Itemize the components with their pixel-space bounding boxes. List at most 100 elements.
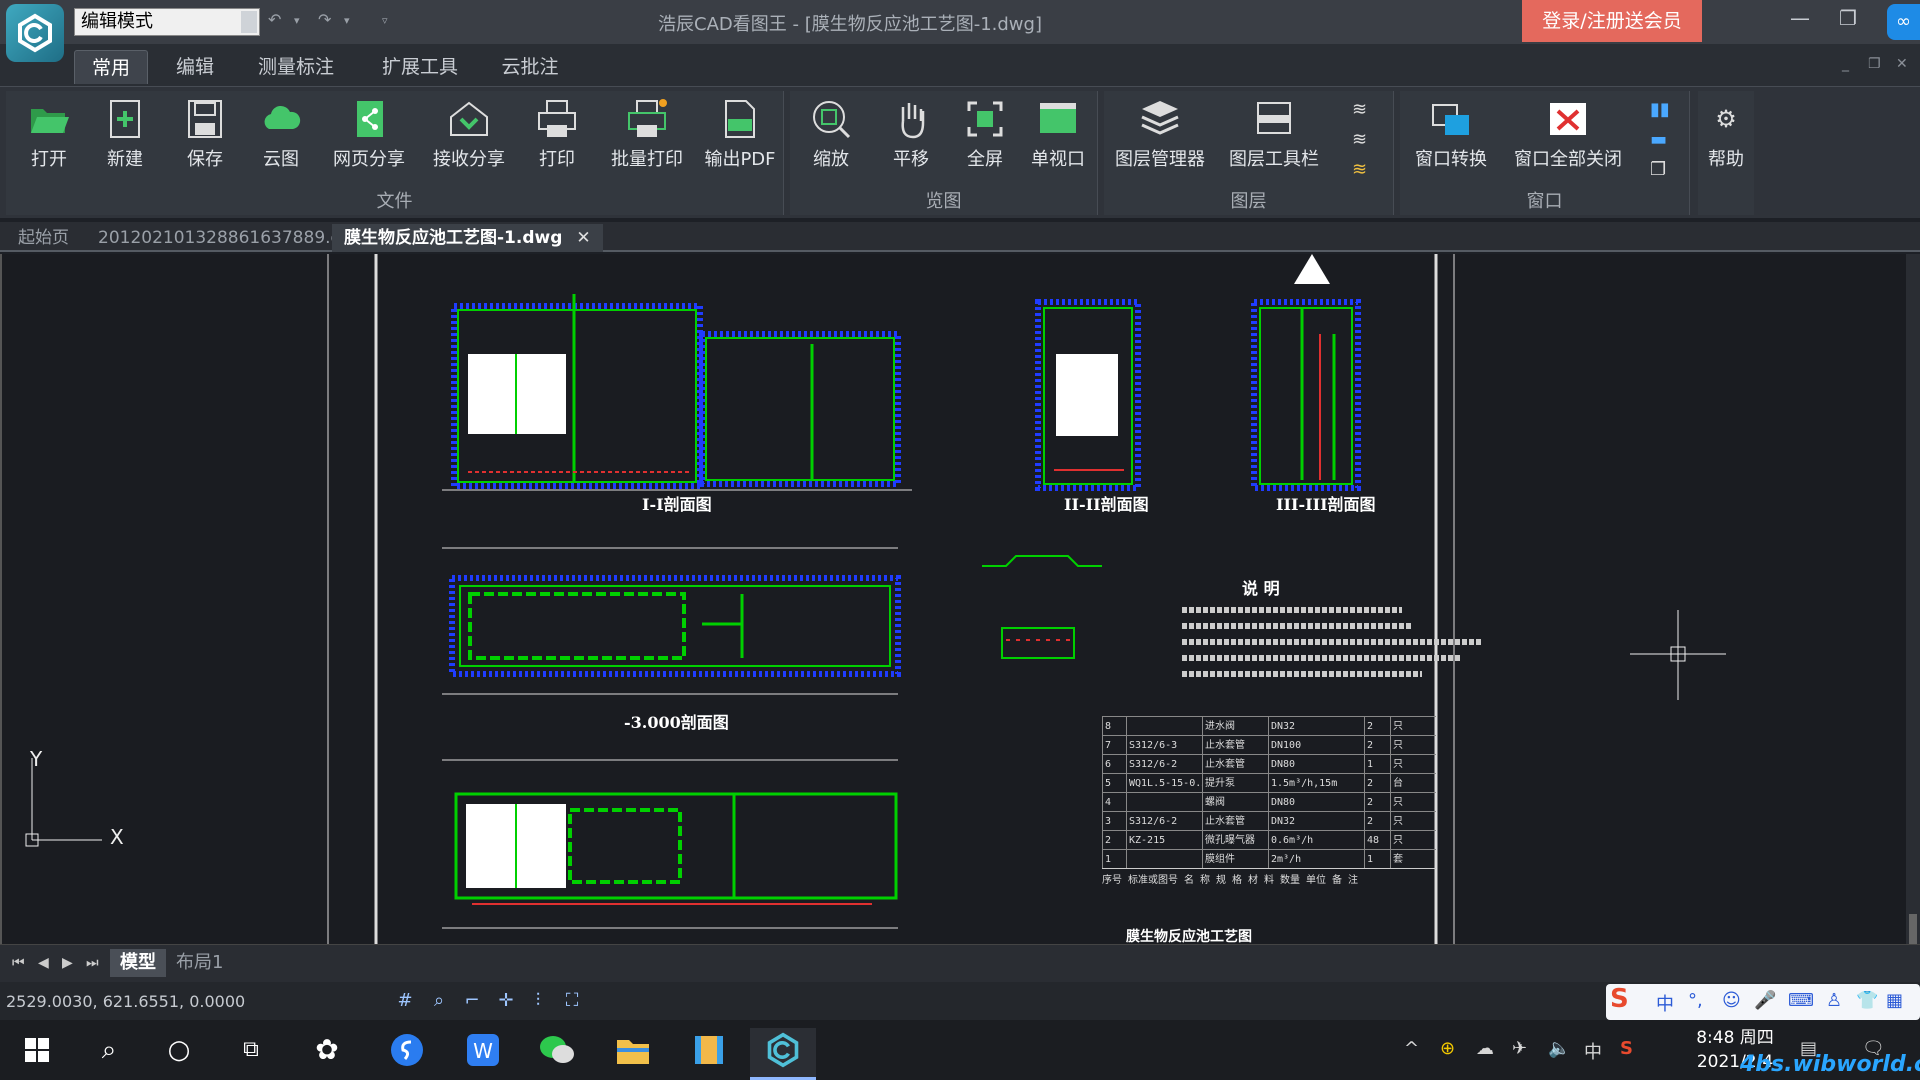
open-button[interactable]: 打开 (14, 97, 84, 177)
layer-toolbar-button[interactable]: 图层工具栏 (1224, 97, 1324, 177)
sogou-browser-icon[interactable] (374, 1028, 440, 1080)
doc-tab-active-label: 膜生物反应池工艺图-1.dwg (344, 228, 563, 248)
layer-color-icon[interactable]: ≋ (1352, 159, 1380, 189)
bom-table-cell: 5 (1102, 774, 1126, 792)
layer-off-icon[interactable]: ≋ (1352, 129, 1380, 159)
tab-edit[interactable]: 编辑 (160, 50, 230, 84)
fit-view-icon[interactable]: ⛶ (560, 990, 584, 1012)
bom-table-row: 1 膜组件 2m³/h 1 套 (1102, 849, 1436, 868)
archive-app-icon[interactable] (676, 1028, 742, 1080)
printer-icon (538, 100, 576, 137)
tile-horizontal-icon[interactable]: ▬ (1650, 129, 1678, 159)
cortana-icon[interactable]: ○ (146, 1028, 212, 1080)
layer-manager-button[interactable]: 图层管理器 (1110, 97, 1210, 177)
receive-share-button[interactable]: 接收分享 (424, 97, 514, 177)
layout-tab-layout1[interactable]: 布局1 (166, 949, 233, 977)
window-switch-button[interactable]: 窗口转换 (1406, 97, 1496, 177)
prev-layout-icon[interactable]: ◀ (38, 955, 49, 971)
title-bar: 编辑模式 ↶ ▾ ↷ ▾ ▿ 浩辰CAD看图王 - [膜生物反应池工艺图-1.d… (0, 0, 1920, 62)
layer-on-icon[interactable]: ≋ (1352, 99, 1380, 129)
ortho-icon[interactable]: ⌐ (460, 990, 484, 1012)
cloud-drawing-button[interactable]: 云图 (246, 97, 316, 177)
vertical-scrollbar[interactable] (1906, 254, 1920, 944)
pan-button[interactable]: 平移 (876, 97, 946, 177)
bom-table-cell: 1 (1364, 755, 1390, 773)
bom-table-cell: 止水套管 (1202, 812, 1268, 830)
doc-tab-start[interactable]: 起始页 (6, 224, 81, 252)
mdi-minimize-icon[interactable]: _ (1842, 56, 1849, 72)
close-tab-icon[interactable]: ✕ (576, 228, 590, 248)
tray-expand-icon[interactable]: ^ (1404, 1038, 1419, 1059)
app-logo-icon[interactable] (6, 4, 64, 62)
search-icon[interactable]: ⌕ (76, 1028, 142, 1080)
export-pdf-button[interactable]: 输出PDF (700, 97, 780, 177)
print-button[interactable]: 打印 (522, 97, 592, 177)
new-button[interactable]: 新建 (90, 97, 160, 177)
bom-table-header-cell: 序号 (1102, 875, 1122, 886)
ucs-x-label: X (110, 825, 124, 849)
scrollbar-thumb[interactable] (1909, 914, 1917, 944)
mdi-close-icon[interactable]: ✕ (1896, 56, 1908, 72)
tray-app-icon[interactable]: ⊕ (1440, 1038, 1455, 1059)
ime-emoji-icon[interactable]: ☺ (1722, 990, 1741, 1011)
ucs-axis-icon (25, 758, 102, 847)
bom-table-cell: 2 (1364, 774, 1390, 792)
ime-voice-icon[interactable]: 🎤 (1754, 990, 1776, 1011)
windows-start-icon[interactable] (4, 1028, 70, 1080)
batch-print-button[interactable]: 批量打印 (602, 97, 692, 177)
ime-user-icon[interactable]: ♙ (1826, 990, 1842, 1011)
tab-measure[interactable]: 测量标注 (246, 50, 346, 84)
bom-table-cell: 7 (1102, 736, 1126, 754)
snap-icon[interactable]: ✛ (494, 990, 518, 1012)
sogou-ime-icon[interactable]: S (1610, 984, 1629, 1014)
ribbon-group-window: 窗口转换 窗口全部关闭 ▮▮ ▬ ❐ 窗口 (1400, 91, 1690, 215)
restore-icon[interactable]: ❐ (1828, 6, 1868, 36)
tab-cloud-annotate[interactable]: 云批注 (490, 50, 570, 84)
minimize-icon[interactable]: — (1780, 6, 1820, 36)
save-button[interactable]: 保存 (170, 97, 240, 177)
first-layout-icon[interactable]: ⏮ (12, 955, 25, 971)
volume-icon[interactable]: 🔈 (1548, 1038, 1570, 1059)
ime-chinese-mode[interactable]: 中 (1656, 990, 1674, 1016)
bom-table-row: 4 螺阀 DN80 2 只 (1102, 792, 1436, 811)
polar-icon[interactable]: ⫶ (526, 990, 550, 1012)
fullscreen-button[interactable]: 全屏 (950, 97, 1020, 177)
input-lang-icon[interactable]: 中 (1584, 1038, 1602, 1064)
login-register-button[interactable]: 登录/注册送会员 (1522, 0, 1702, 42)
next-layout-icon[interactable]: ▶ (62, 955, 73, 971)
tab-common[interactable]: 常用 (74, 50, 148, 84)
web-share-button[interactable]: 网页分享 (324, 97, 414, 177)
layout-tab-model[interactable]: 模型 (110, 949, 166, 977)
help-button[interactable]: ⚙ 帮助 (1700, 97, 1752, 177)
layout-tabs: ⏮ ◀ ▶ ⏭ 模型 布局1 (0, 944, 1920, 982)
cascade-icon[interactable]: ❐ (1650, 159, 1678, 189)
ime-punctuation[interactable]: °, (1688, 990, 1703, 1011)
wps-writer-icon[interactable]: W (450, 1028, 516, 1080)
ime-grid-icon[interactable]: ▦ (1886, 990, 1903, 1011)
drawing-canvas[interactable]: I-I剖面图 II-II剖面图 III-III剖面图 -3.000剖面图 说 明… (0, 254, 1920, 944)
onedrive-icon[interactable]: ☁ (1476, 1038, 1494, 1059)
bom-table-cell: 进水阀 (1202, 717, 1268, 735)
gstarcad-taskbar-icon[interactable] (750, 1028, 816, 1080)
ime-keyboard-icon[interactable]: ⌨ (1788, 990, 1814, 1011)
sogou-tray-icon[interactable]: S (1620, 1038, 1633, 1059)
wechat-icon[interactable] (524, 1028, 590, 1080)
single-viewport-button[interactable]: 单视口 (1022, 97, 1094, 177)
grid-icon[interactable]: # (393, 990, 417, 1012)
file-explorer-icon[interactable] (600, 1028, 666, 1080)
mdi-restore-icon[interactable]: ❐ (1868, 56, 1881, 72)
tile-vertical-icon[interactable]: ▮▮ (1650, 99, 1678, 129)
ime-skin-icon[interactable]: 👕 (1856, 990, 1878, 1011)
bom-table-cell: 提升泵 (1202, 774, 1268, 792)
cloud-share-icon[interactable]: ∞ (1887, 4, 1920, 40)
task-view-icon[interactable]: ⧉ (218, 1028, 284, 1080)
airplane-icon[interactable]: ✈ (1512, 1038, 1527, 1059)
bom-table-cell: 48 (1364, 831, 1390, 849)
zoom-button[interactable]: 缩放 (796, 97, 866, 177)
tab-extend-tools[interactable]: 扩展工具 (370, 50, 470, 84)
last-layout-icon[interactable]: ⏭ (86, 955, 99, 971)
close-all-windows-button[interactable]: 窗口全部关闭 (1506, 97, 1630, 177)
zoom-status-icon[interactable]: ⌕ (427, 990, 451, 1012)
doc-tab-active[interactable]: 膜生物反应池工艺图-1.dwg ✕ (332, 224, 603, 252)
app-pinwheel-icon[interactable]: ✿ (294, 1028, 360, 1080)
